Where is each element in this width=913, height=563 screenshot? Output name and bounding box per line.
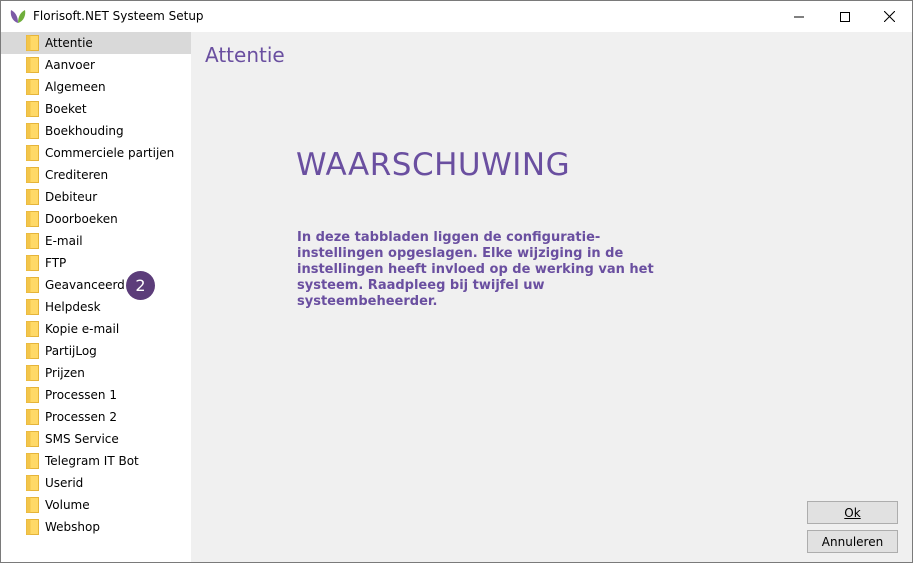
folder-icon [26,387,39,403]
tree-item-label: Webshop [45,520,100,534]
tree-item-label: Geavanceerd [45,278,125,292]
tree-item-algemeen[interactable]: Algemeen [1,76,191,98]
tree-item-label: Aanvoer [45,58,95,72]
tree-item-label: Kopie e-mail [45,322,120,336]
folder-icon [26,167,39,183]
ok-button[interactable]: Ok [807,501,898,524]
tree-item-label: SMS Service [45,432,119,446]
florisoft-logo-icon [10,10,26,23]
warning-heading: WAARSCHUWING [296,147,571,183]
minimize-icon [794,16,804,17]
tree-item-boekhouding[interactable]: Boekhouding [1,120,191,142]
folder-icon [26,79,39,95]
tree-item-telegram-it-bot[interactable]: Telegram IT Bot [1,450,191,472]
tree-item-crediteren[interactable]: Crediteren [1,164,191,186]
maximize-button[interactable] [822,1,868,32]
tree-item-kopie-e-mail[interactable]: Kopie e-mail [1,318,191,340]
tree-item-helpdesk[interactable]: Helpdesk [1,296,191,318]
tree-item-label: Crediteren [45,168,109,182]
tree-item-processen-2[interactable]: Processen 2 [1,406,191,428]
folder-icon [26,497,39,513]
tree-item-label: Telegram IT Bot [45,454,139,468]
cancel-button-label: Annuleren [821,534,884,549]
minimize-button[interactable] [776,1,822,32]
tree-item-label: Algemeen [45,80,106,94]
warning-text: In deze tabbladen liggen de configuratie… [297,230,654,309]
window-title: Florisoft.NET Systeem Setup [33,9,204,23]
content-panel: Attentie WAARSCHUWING In deze tabbladen … [191,32,912,562]
settings-tree: Attentie Aanvoer Algemeen Boeket Boekhouding… [1,32,191,562]
maximize-icon [840,11,850,22]
tree-item-label: E-mail [45,234,83,248]
tree-item-aanvoer[interactable]: Aanvoer [1,54,191,76]
tree-item-e-mail[interactable]: E-mail [1,230,191,252]
tree-item-label: Commerciele partijen [45,146,175,160]
tree-item-volume[interactable]: Volume [1,494,191,516]
folder-icon [26,409,39,425]
tree-item-doorboeken[interactable]: Doorboeken [1,208,191,230]
folder-icon [26,211,39,227]
close-icon [883,11,895,22]
tree-item-userid[interactable]: Userid [1,472,191,494]
tree-item-label: Processen 1 [45,388,117,402]
ok-button-label: Ok [844,505,861,520]
setup-window: Florisoft.NET Systeem Setup Attentie Aanv… [0,0,913,563]
folder-icon [26,57,39,73]
folder-icon [26,123,39,139]
tree-item-label: Volume [45,498,90,512]
folder-icon [26,255,39,271]
tree-item-label: Boeket [45,102,87,116]
folder-icon [26,365,39,381]
folder-icon [26,277,39,293]
tree-item-label: Debiteur [45,190,98,204]
tree-item-processen-1[interactable]: Processen 1 [1,384,191,406]
tree-item-label: PartijLog [45,344,97,358]
tree-item-commerciele-partijen[interactable]: Commerciele partijen [1,142,191,164]
folder-icon [26,321,39,337]
tree-item-label: Userid [45,476,84,490]
page-title: Attentie [205,43,285,67]
folder-icon [26,101,39,117]
folder-icon [26,145,39,161]
tree-item-label: Attentie [45,36,93,50]
step-badge: 2 [126,271,155,300]
tree-item-boeket[interactable]: Boeket [1,98,191,120]
folder-icon [26,343,39,359]
folder-icon [26,431,39,447]
tree-item-label: Boekhouding [45,124,124,138]
folder-icon [26,233,39,249]
tree-item-debiteur[interactable]: Debiteur [1,186,191,208]
tree-item-sms-service[interactable]: SMS Service [1,428,191,450]
folder-icon [26,475,39,491]
folder-icon [26,519,39,535]
folder-icon [26,35,39,51]
tree-item-label: Helpdesk [45,300,101,314]
tree-item-label: Doorboeken [45,212,118,226]
tree-item-webshop[interactable]: Webshop [1,516,191,538]
folder-icon [26,453,39,469]
tree-item-attentie[interactable]: Attentie [1,32,191,54]
tree-item-ftp[interactable]: FTP [1,252,191,274]
tree-item-label: Prijzen [45,366,85,380]
folder-icon [26,189,39,205]
tree-item-prijzen[interactable]: Prijzen [1,362,191,384]
tree-item-partijlog[interactable]: PartijLog [1,340,191,362]
tree-item-label: Processen 2 [45,410,117,424]
folder-icon [26,299,39,315]
tree-item-geavanceerd[interactable]: Geavanceerd [1,274,191,296]
cancel-button[interactable]: Annuleren [807,530,898,553]
title-bar[interactable]: Florisoft.NET Systeem Setup [1,1,912,32]
close-button[interactable] [866,1,912,32]
tree-item-label: FTP [45,256,67,270]
